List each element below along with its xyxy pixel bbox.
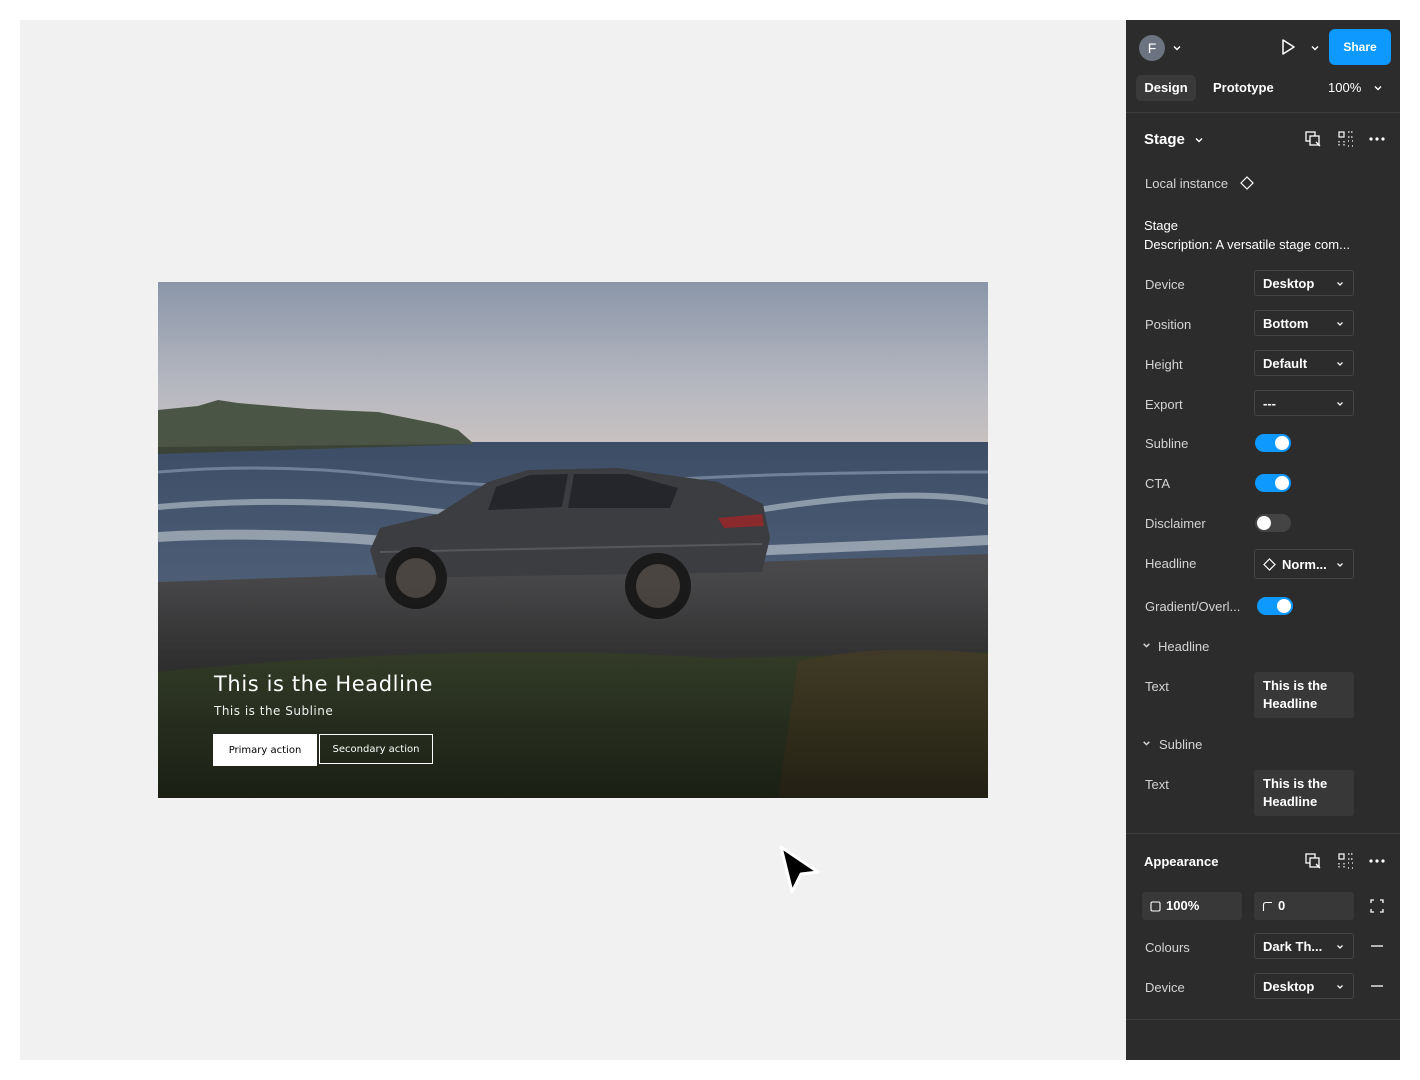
disclaimer-label: Disclaimer (1145, 516, 1206, 531)
gradient-toggle[interactable] (1257, 597, 1293, 615)
detach-icon[interactable] (1337, 852, 1355, 870)
height-label: Height (1145, 357, 1183, 372)
headline-text-value: This is the Headline (1263, 678, 1328, 711)
chevron-down-icon[interactable] (1142, 739, 1151, 748)
properties-panel: F Share Design Prototype 100% Stage Loca… (1126, 20, 1400, 1060)
instance-diamond-icon (1240, 176, 1254, 190)
device-label: Device (1145, 277, 1185, 292)
detach-icon[interactable] (1337, 130, 1355, 148)
chevron-down-icon (1337, 362, 1343, 366)
position-value: Bottom (1263, 316, 1309, 331)
position-dropdown[interactable]: Bottom (1254, 310, 1354, 336)
cta-label: CTA (1145, 476, 1171, 491)
stage-subline: This is the Subline (214, 704, 334, 718)
car-photo (158, 282, 988, 798)
minus-icon[interactable] (1370, 941, 1384, 951)
primary-action-button[interactable]: Primary action (213, 734, 317, 766)
colours-label: Colours (1145, 940, 1190, 955)
headline-label: Headline (1145, 556, 1197, 571)
minus-icon[interactable] (1370, 981, 1384, 991)
more-icon[interactable] (1368, 130, 1386, 148)
export-value: --- (1263, 396, 1276, 411)
corner-radius-icon (1262, 901, 1272, 911)
appearance-title: Appearance (1144, 854, 1219, 869)
instance-diamond-icon (1263, 558, 1276, 571)
chevron-down-icon[interactable] (1172, 43, 1182, 53)
opacity-field[interactable]: 100% (1142, 892, 1242, 920)
chevron-down-icon[interactable] (1194, 135, 1204, 145)
corner-radius-value: 0 (1278, 898, 1286, 913)
component-title: Stage (1144, 218, 1178, 233)
chevron-down-icon[interactable] (1310, 43, 1320, 53)
subline-text-label: Text (1145, 777, 1169, 792)
stage-frame[interactable]: This is the Headline This is the Subline… (158, 282, 988, 798)
height-value: Default (1263, 356, 1308, 371)
device-value: Desktop (1263, 276, 1315, 291)
appearance-device-label: Device (1145, 980, 1185, 995)
avatar[interactable]: F (1139, 35, 1165, 61)
subline-label: Subline (1145, 436, 1189, 451)
corner-radius-field[interactable]: 0 (1254, 892, 1354, 920)
go-to-main-icon[interactable] (1304, 852, 1322, 870)
divider (1126, 112, 1400, 113)
disclaimer-toggle[interactable] (1255, 514, 1291, 532)
chevron-down-icon[interactable] (1373, 83, 1383, 93)
secondary-action-button[interactable]: Secondary action (319, 734, 433, 764)
cursor-icon (779, 845, 820, 894)
chevron-down-icon (1337, 282, 1343, 286)
local-instance-label: Local instance (1145, 176, 1229, 191)
chevron-down-icon (1337, 563, 1343, 567)
position-label: Position (1145, 317, 1192, 332)
component-description: Description: A versatile stage com... (1144, 237, 1350, 252)
nested-headline-title[interactable]: Headline (1158, 639, 1209, 654)
headline-value: Norm... (1282, 557, 1327, 572)
tab-design[interactable]: Design (1136, 75, 1196, 101)
colours-value: Dark Th... (1263, 939, 1323, 954)
divider (1126, 1019, 1400, 1020)
headline-text-field[interactable]: This is the Headline (1254, 672, 1354, 718)
colours-dropdown[interactable]: Dark Th... (1254, 933, 1354, 959)
chevron-down-icon (1337, 322, 1343, 326)
export-label: Export (1145, 397, 1183, 412)
divider (1126, 833, 1400, 834)
play-icon[interactable] (1279, 38, 1297, 56)
component-name[interactable]: Stage (1144, 131, 1185, 148)
appearance-device-dropdown[interactable]: Desktop (1254, 973, 1354, 999)
chevron-down-icon (1337, 945, 1343, 949)
opacity-value: 100% (1166, 898, 1200, 913)
go-to-main-icon[interactable] (1304, 130, 1322, 148)
chevron-down-icon (1337, 402, 1343, 406)
headline-text-label: Text (1145, 679, 1169, 694)
expand-corners-icon[interactable] (1370, 899, 1384, 913)
nested-subline-title[interactable]: Subline (1159, 737, 1202, 752)
chevron-down-icon (1337, 985, 1343, 989)
gradient-label: Gradient/Overl... (1145, 599, 1241, 614)
subline-text-value: This is the Headline (1263, 776, 1328, 809)
height-dropdown[interactable]: Default (1254, 350, 1354, 376)
zoom-level[interactable]: 100% (1328, 75, 1361, 101)
more-icon[interactable] (1368, 852, 1386, 870)
stage-headline: This is the Headline (214, 672, 433, 696)
chevron-down-icon[interactable] (1142, 641, 1151, 650)
subline-toggle[interactable] (1255, 434, 1291, 452)
device-dropdown[interactable]: Desktop (1254, 270, 1354, 296)
export-dropdown[interactable]: --- (1254, 390, 1354, 416)
headline-dropdown[interactable]: Norm... (1254, 549, 1354, 579)
opacity-icon (1150, 901, 1161, 912)
tab-prototype[interactable]: Prototype (1213, 75, 1274, 101)
appearance-device-value: Desktop (1263, 979, 1315, 994)
share-button[interactable]: Share (1329, 29, 1391, 65)
cta-toggle[interactable] (1255, 474, 1291, 492)
subline-text-field[interactable]: This is the Headline (1254, 770, 1354, 816)
